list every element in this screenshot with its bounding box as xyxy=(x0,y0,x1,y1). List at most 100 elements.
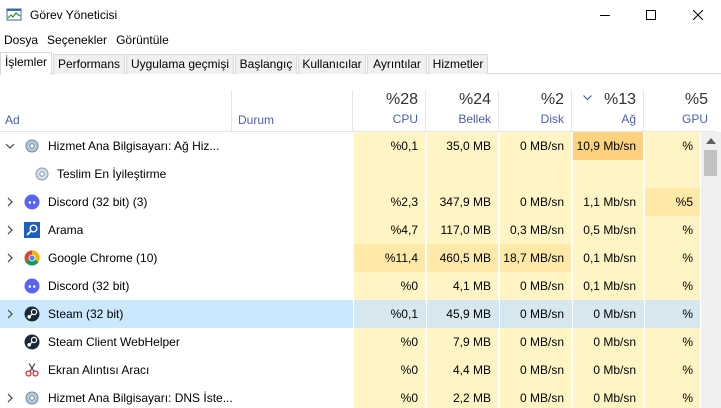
network-cell: 0 Mb/sn xyxy=(572,384,643,408)
process-name: Steam (32 bit) xyxy=(48,307,124,321)
disk-cell: 18,7 MB/sn xyxy=(499,244,571,272)
sort-descending-icon xyxy=(583,95,592,101)
cpu-cell: %0 xyxy=(353,272,425,300)
table-row[interactable]: Ekran Alıntısı Aracı %0 4,4 MB 0 MB/sn 0… xyxy=(0,356,700,384)
process-name: Hizmet Ana Bilgisayarı: Ağ Hiz... xyxy=(48,139,220,153)
tab-baslangic[interactable]: Başlangıç xyxy=(235,54,297,74)
table-row[interactable]: Teslim En İyileştirme xyxy=(0,160,700,188)
tab-performans[interactable]: Performans xyxy=(53,54,125,74)
tab-strip: İşlemler Performans Uygulama geçmişi Baş… xyxy=(0,52,721,75)
gpu-cell xyxy=(644,160,700,188)
chevron-down-icon[interactable] xyxy=(5,140,15,152)
gear-icon xyxy=(35,167,49,181)
process-name: Arama xyxy=(48,223,84,237)
gpu-cell: % xyxy=(644,216,700,244)
table-row[interactable]: Arama %4,7 117,0 MB 0,3 MB/sn 0,5 Mb/sn … xyxy=(0,216,700,244)
process-name: Google Chrome (10) xyxy=(48,251,158,265)
tab-kullanicilar[interactable]: Kullanıcılar xyxy=(298,54,366,74)
cpu-total-percent: %28 xyxy=(385,91,418,108)
table-row[interactable]: Steam (32 bit) %0,1 45,9 MB 0 MB/sn 0 Mb… xyxy=(0,300,700,328)
tab-uygulama-gecmisi[interactable]: Uygulama geçmişi xyxy=(126,54,234,74)
table-row[interactable]: Discord (32 bit) %0 4,1 MB 0 MB/sn 0,1 M… xyxy=(0,272,700,300)
column-memory-header[interactable]: %24 Bellek xyxy=(426,90,498,131)
memory-cell: 460,5 MB xyxy=(426,244,498,272)
column-divider[interactable] xyxy=(231,90,232,131)
column-name-header[interactable]: Ad xyxy=(5,113,20,127)
title-bar: Görev Yöneticisi xyxy=(0,0,721,31)
chevron-right-icon[interactable] xyxy=(5,224,15,236)
minimize-icon xyxy=(600,15,610,16)
disk-total-percent: %2 xyxy=(540,91,564,108)
memory-cell: 4,1 MB xyxy=(426,272,498,300)
close-button[interactable] xyxy=(675,0,721,30)
network-cell: 1,1 Mb/sn xyxy=(572,188,643,216)
disk-label: Disk xyxy=(540,112,564,126)
table-row[interactable]: Steam Client WebHelper %0 7,9 MB 0 MB/sn… xyxy=(0,328,700,356)
network-cell: 0 Mb/sn xyxy=(572,328,643,356)
maximize-button[interactable] xyxy=(628,0,674,30)
process-name: Steam Client WebHelper xyxy=(48,335,180,349)
network-cell xyxy=(572,160,643,188)
cpu-cell: %0 xyxy=(353,356,425,384)
network-cell: 0,1 Mb/sn xyxy=(572,272,643,300)
gear-icon xyxy=(25,391,39,405)
network-total-percent: %13 xyxy=(603,91,636,108)
tab-hizmetler[interactable]: Hizmetler xyxy=(428,54,488,74)
menu-secenekler[interactable]: Seçenekler xyxy=(43,31,112,51)
steam-icon xyxy=(24,306,40,322)
process-name: Discord (32 bit) xyxy=(48,279,130,293)
close-icon xyxy=(693,10,703,20)
memory-label: Bellek xyxy=(458,112,491,126)
network-cell: 0,1 Mb/sn xyxy=(572,244,643,272)
column-cpu-header[interactable]: %28 CPU xyxy=(353,90,425,131)
disk-cell xyxy=(499,160,571,188)
process-name: Discord (32 bit) (3) xyxy=(48,195,148,209)
gpu-cell: % xyxy=(644,328,700,356)
vertical-scrollbar[interactable] xyxy=(701,132,721,408)
scroll-thumb[interactable] xyxy=(704,150,717,176)
task-manager-icon xyxy=(6,8,22,21)
search-icon xyxy=(24,222,40,238)
network-cell: 0,5 Mb/sn xyxy=(572,216,643,244)
chevron-right-icon[interactable] xyxy=(5,252,15,264)
gpu-cell: % xyxy=(644,300,700,328)
disk-cell: 0 MB/sn xyxy=(499,188,571,216)
gpu-total-percent: %5 xyxy=(684,91,708,108)
memory-cell: 117,0 MB xyxy=(426,216,498,244)
column-status-header[interactable]: Durum xyxy=(238,113,274,127)
cpu-cell: %2,3 xyxy=(353,188,425,216)
maximize-icon xyxy=(646,10,656,20)
memory-cell: 2,2 MB xyxy=(426,384,498,408)
cpu-cell: %0,1 xyxy=(353,300,425,328)
chevron-right-icon[interactable] xyxy=(5,392,15,404)
menu-goruntule[interactable]: Görüntüle xyxy=(112,31,174,51)
scroll-up-icon[interactable] xyxy=(705,137,717,145)
cpu-cell xyxy=(353,160,425,188)
gpu-cell: % xyxy=(644,356,700,384)
column-disk-header[interactable]: %2 Disk xyxy=(499,90,571,131)
gpu-cell: % xyxy=(644,132,700,160)
snipping-tool-icon xyxy=(25,363,39,377)
column-gpu-header[interactable]: %5 GPU xyxy=(644,90,715,131)
disk-cell: 0 MB/sn xyxy=(499,384,571,408)
chevron-right-icon[interactable] xyxy=(5,308,15,320)
disk-cell: 0 MB/sn xyxy=(499,132,571,160)
window-title: Görev Yöneticisi xyxy=(30,8,118,22)
table-row[interactable]: Discord (32 bit) (3) %2,3 347,9 MB 0 MB/… xyxy=(0,188,700,216)
discord-icon xyxy=(24,278,40,294)
table-row[interactable]: Hizmet Ana Bilgisayarı: DNS İste... %0 2… xyxy=(0,384,700,408)
minimize-button[interactable] xyxy=(582,0,628,30)
menu-dosya[interactable]: Dosya xyxy=(0,31,43,51)
tab-islemler[interactable]: İşlemler xyxy=(0,52,52,75)
table-row[interactable]: Google Chrome (10) %11,4 460,5 MB 18,7 M… xyxy=(0,244,700,272)
memory-cell: 35,0 MB xyxy=(426,132,498,160)
cpu-cell: %11,4 xyxy=(353,244,425,272)
tab-ayrintilar[interactable]: Ayrıntılar xyxy=(367,54,427,74)
table-row[interactable]: Hizmet Ana Bilgisayarı: Ağ Hiz... %0,1 3… xyxy=(0,132,700,160)
column-network-header[interactable]: %13 Ağ xyxy=(572,90,643,131)
cpu-label: CPU xyxy=(392,112,418,126)
discord-icon xyxy=(24,194,40,210)
chevron-right-icon[interactable] xyxy=(5,196,15,208)
disk-cell: 0 MB/sn xyxy=(499,356,571,384)
memory-cell: 347,9 MB xyxy=(426,188,498,216)
